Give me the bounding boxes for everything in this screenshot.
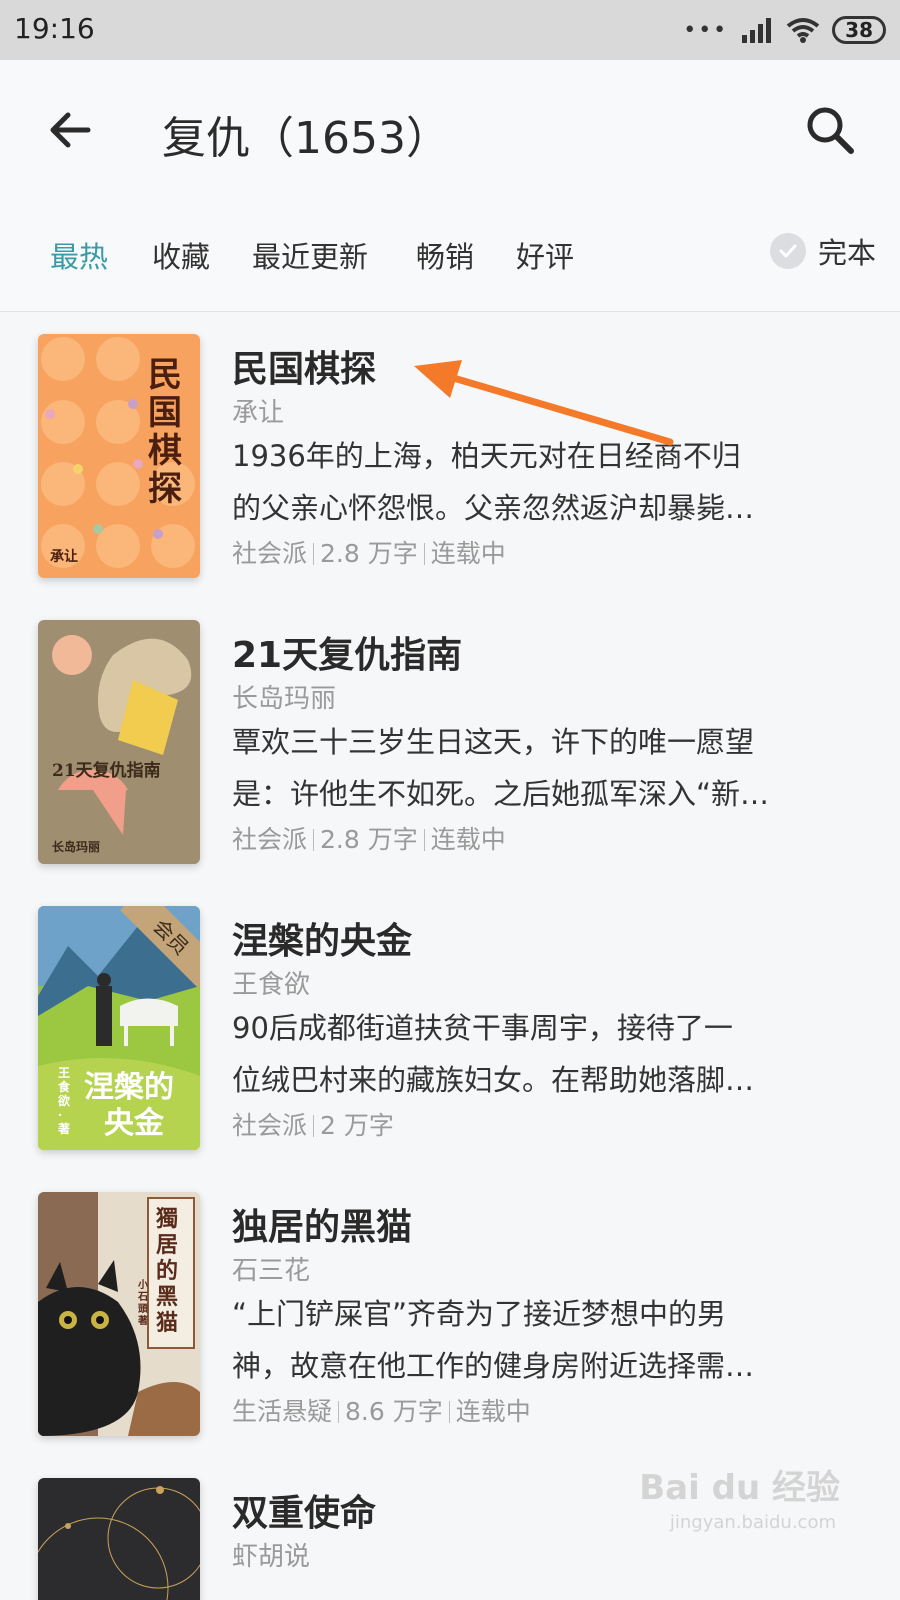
desc-line: 是：许他生不如死。之后她孤军深入“新… [232, 777, 770, 811]
book-status: 连载中 [455, 1397, 531, 1426]
status-time: 19:16 [14, 12, 95, 45]
complete-label: 完本 [817, 236, 876, 270]
book-title[interactable]: 21天复仇指南 [232, 626, 462, 678]
book-meta: 社会派 2.8 万字 连载中 [232, 820, 506, 856]
tab-recent-update[interactable]: 最近更新 [252, 234, 368, 276]
filter-bar: 最热 收藏 最近更新 畅销 好评 完本 [0, 200, 900, 312]
search-icon [807, 107, 854, 154]
book-item[interactable]: 民国棋探 承让 民国棋探 承让 1936年的上海，柏天元对在日经商不归 的父亲心… [0, 334, 900, 626]
cover-title: 獨居的黑猫 [156, 1206, 179, 1336]
book-meta: 社会派 2.8 万字 连载中 [232, 534, 506, 570]
book-cover[interactable]: 会员 涅槃的 央金 王食欲·著 [38, 906, 200, 1150]
check-icon [769, 233, 806, 269]
book-word-count: 2.8 万字 [320, 825, 418, 854]
book-cover[interactable]: 獨居的黑猫 小石頭著 [38, 1192, 200, 1436]
book-word-count: 2 万字 [320, 1111, 394, 1140]
cover-author: 承让 [50, 549, 78, 565]
book-word-count: 8.6 万字 [345, 1397, 443, 1426]
book-cover[interactable] [38, 1478, 200, 1600]
book-author: 石三花 [232, 1256, 311, 1286]
app-bar: 复仇（1653） [0, 60, 900, 200]
tab-hottest[interactable]: 最热 [50, 234, 108, 276]
tab-favorites[interactable]: 收藏 [152, 234, 210, 276]
desc-line: 90后成都街道扶贫干事周宇，接待了一 [232, 1011, 733, 1045]
wifi-icon [786, 18, 820, 43]
cover-author: 小石頭著 [138, 1280, 148, 1327]
cover-title: 央金 [104, 1106, 164, 1141]
book-description: 覃欢三十三岁生日这天，许下的唯一愿望 是：许他生不如死。之后她孤军深入“新… [232, 716, 852, 820]
cover-author: 长岛玛丽 [52, 840, 101, 854]
book-title[interactable]: 涅槃的央金 [232, 912, 412, 964]
status-icons: ••• 38 [683, 14, 886, 46]
battery-indicator: 38 [832, 16, 886, 44]
book-item[interactable]: 21天复仇指南 长岛玛丽 21天复仇指南 长岛玛丽 覃欢三十三岁生日这天，许下的… [0, 620, 900, 912]
watermark-logo: Bai du 经验 [639, 1468, 840, 1508]
complete-filter-toggle[interactable]: 完本 [769, 230, 876, 272]
book-author: 长岛玛丽 [232, 684, 337, 714]
page-title: 复仇（1653） [162, 113, 450, 164]
book-word-count: 2.8 万字 [320, 539, 418, 568]
cover-art [38, 1486, 200, 1600]
desc-line: 位绒巴村来的藏族妇女。在帮助她落脚… [232, 1063, 755, 1097]
book-genre: 社会派 [232, 539, 308, 568]
desc-line: “上门铲屎官”齐奇为了接近梦想中的男 [232, 1297, 727, 1331]
book-cover[interactable]: 民国棋探 承让 [38, 334, 200, 578]
cover-art [52, 635, 192, 835]
desc-line: 神，故意在他工作的健身房附近选择需… [232, 1349, 755, 1383]
book-genre: 社会派 [232, 1111, 308, 1140]
book-author: 王食欲 [232, 970, 311, 1000]
tab-good-reviews[interactable]: 好评 [516, 234, 574, 276]
book-title[interactable]: 独居的黑猫 [232, 1198, 412, 1250]
cover-title: 21天复仇指南 [52, 761, 161, 781]
book-item[interactable]: 獨居的黑猫 小石頭著 独居的黑猫 石三花 “上门铲屎官”齐奇为了接近梦想中的男 … [0, 1192, 900, 1484]
book-item[interactable]: 会员 涅槃的 央金 王食欲·著 涅槃的央金 王食欲 90后成都街道扶贫干事周宇，… [0, 906, 900, 1198]
status-bar: 19:16 ••• 38 [0, 0, 900, 60]
book-meta: 生活悬疑 8.6 万字 连载中 [232, 1392, 531, 1428]
watermark-url: jingyan.baidu.com [669, 1512, 836, 1533]
book-genre: 生活悬疑 [232, 1397, 333, 1426]
cover-title: 民国棋探 [148, 355, 182, 509]
book-genre: 社会派 [232, 825, 308, 854]
search-button[interactable] [800, 100, 860, 160]
book-author: 虾胡说 [232, 1542, 311, 1572]
book-meta: 社会派 2 万字 [232, 1106, 394, 1142]
book-description: 90后成都街道扶贫干事周宇，接待了一 位绒巴村来的藏族妇女。在帮助她落脚… [232, 1002, 852, 1106]
book-author: 承让 [232, 398, 285, 428]
book-title[interactable]: 民国棋探 [232, 340, 376, 392]
annotation-arrow-icon [414, 360, 674, 446]
tab-bestseller[interactable]: 畅销 [416, 234, 474, 276]
signal-icon [742, 18, 772, 43]
desc-line: 覃欢三十三岁生日这天，许下的唯一愿望 [232, 725, 755, 759]
book-status: 连载中 [430, 539, 506, 568]
cover-author: 王食欲·著 [58, 1066, 71, 1136]
back-button[interactable] [40, 100, 100, 160]
book-description: “上门铲屎官”齐奇为了接近梦想中的男 神，故意在他工作的健身房附近选择需… [232, 1288, 852, 1392]
book-status: 连载中 [430, 825, 506, 854]
book-cover[interactable]: 21天复仇指南 长岛玛丽 [38, 620, 200, 864]
back-arrow-icon [50, 112, 91, 148]
more-dots-icon: ••• [683, 17, 729, 43]
book-title[interactable]: 双重使命 [232, 1484, 376, 1536]
desc-line: 的父亲心怀怨恨。父亲忽然返沪却暴毙… [232, 491, 755, 525]
